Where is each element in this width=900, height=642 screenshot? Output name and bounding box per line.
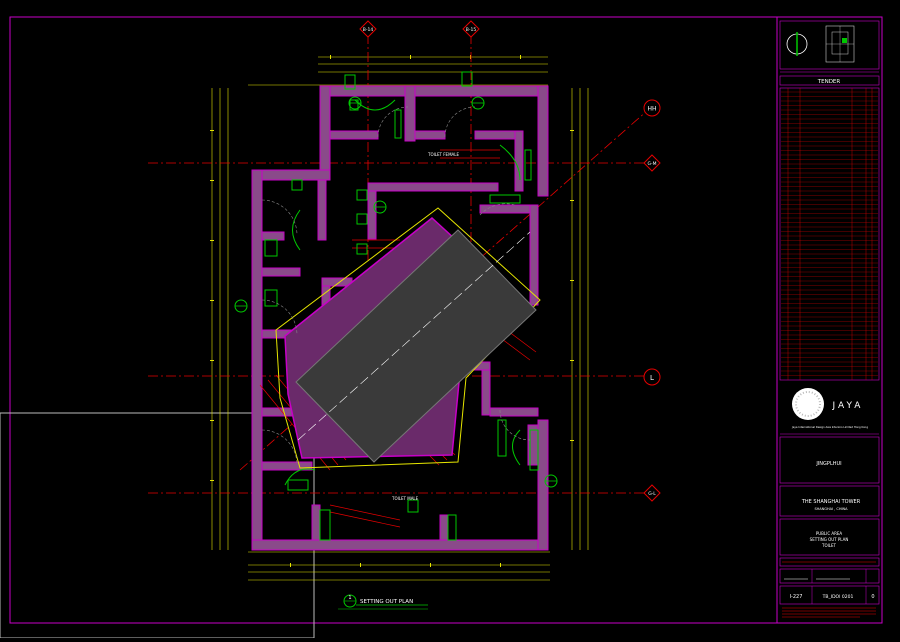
grid-bubble-l: L (643, 368, 661, 386)
company-logo: JAYA Jaya International Design Asia Inte… (791, 388, 868, 429)
grid-label-top-left: B-14 (363, 27, 374, 33)
elevation-marker-1 (348, 96, 362, 110)
drawing-title-3: TOILET (821, 543, 837, 548)
cad-drawing-sheet: TOILET FEMALE TOILET MALE B-14 B-15 HH G… (0, 0, 900, 639)
project-title: THE SHANGHAI TOWER (801, 499, 861, 505)
drawing-title-2: SETTING OUT PLAN (810, 537, 849, 542)
grid-label-hh: HH (647, 106, 656, 113)
elevation-marker-4 (373, 200, 387, 214)
room-label-upper: TOILET FEMALE (427, 152, 459, 157)
company-name: JAYA (832, 401, 864, 411)
drawing-number: I-227 (790, 594, 803, 600)
grid-label-gm: G-M (648, 161, 657, 167)
grid-label-top-right: B-15 (466, 27, 477, 33)
drawing-canvas: TOILET FEMALE TOILET MALE B-14 B-15 HH G… (0, 16, 883, 639)
grid-bubble-top-left: B-14 (359, 20, 377, 38)
key-plan-icon (825, 25, 855, 63)
drawing-title-1: PUBLIC AREA (816, 531, 843, 536)
status-label: TENDER (817, 79, 841, 85)
client-box (779, 436, 880, 484)
grid-bubble-gm: G-M (643, 154, 661, 172)
viewport-frame[interactable] (0, 412, 315, 639)
grid-bubble-hh: HH (643, 99, 661, 117)
grid-bubble-gl: G-L (643, 484, 661, 502)
grid-label-l: L (650, 374, 654, 382)
project-location: SHANGHAI , CHINA (814, 507, 848, 511)
north-arrow-icon (786, 32, 808, 56)
grid-label-gl: G-L (648, 491, 656, 497)
grid-bubble-top-right: B-15 (462, 20, 480, 38)
revision-number: 0 (871, 594, 874, 600)
plan-title-number: 1 (348, 595, 351, 601)
elevation-marker-2 (471, 96, 485, 110)
revision-table (779, 87, 880, 381)
room-label-lower: TOILET MALE (391, 496, 419, 501)
client-name: JINGPLHUI (815, 461, 841, 467)
elevation-marker-3 (234, 299, 248, 313)
company-tagline: Jaya International Design Asia Interiors… (791, 425, 868, 429)
title-block: TENDER JAYA Jaya International Design As… (779, 20, 880, 618)
floor-plan: TOILET FEMALE TOILET MALE B-14 B-15 HH G… (148, 20, 661, 610)
drawing-ref: TB_IDOI 0201 (822, 594, 854, 600)
plan-title-text: SETTING OUT PLAN (360, 599, 413, 605)
disclaimer-lines (782, 607, 876, 618)
scale-date-row (779, 568, 880, 584)
elevation-marker-5 (544, 474, 558, 488)
plan-title: 1 SETTING OUT PLAN (338, 594, 428, 610)
